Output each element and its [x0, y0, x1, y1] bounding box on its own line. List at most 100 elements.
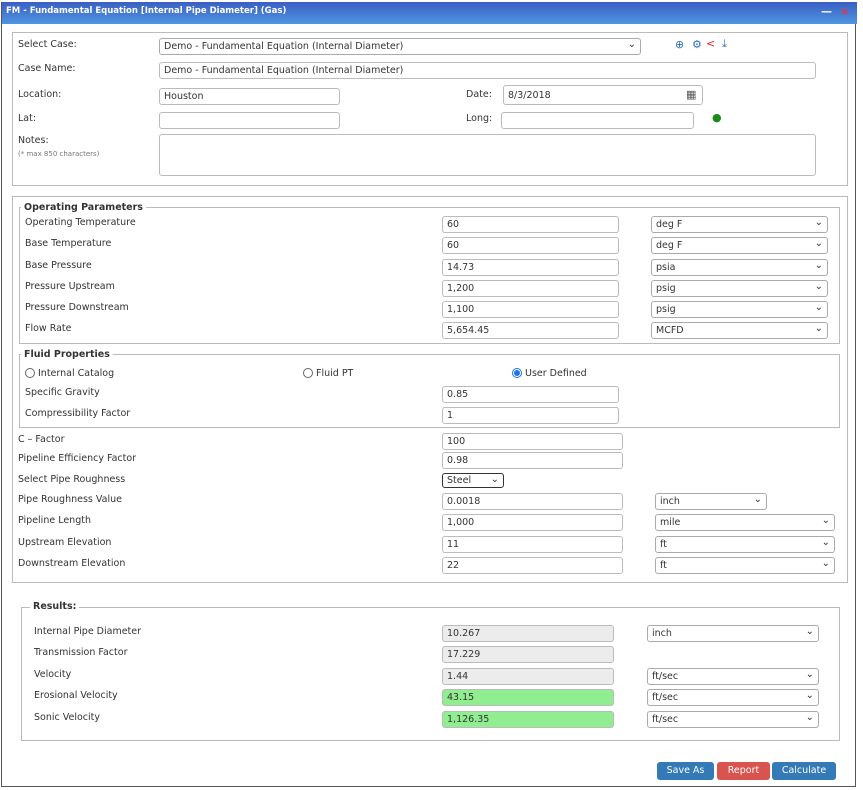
fluid-source-radio[interactable]	[303, 368, 313, 378]
c-factor-input[interactable]: 100	[442, 433, 623, 450]
select-case-dropdown[interactable]: Demo - Fundamental Equation (Internal Di…	[159, 38, 641, 55]
fluid-property-label: Specific Gravity	[25, 387, 100, 398]
result-value: 1,126.35	[442, 711, 614, 728]
parameter-unit-dropdown[interactable]: deg F ⌄	[651, 237, 828, 254]
efficiency-input[interactable]: 0.98	[442, 452, 623, 469]
c-factor-label: C – Factor	[18, 434, 65, 445]
case-name-label: Case Name:	[18, 63, 76, 74]
parameter-input[interactable]: 1,100	[442, 301, 619, 318]
add-icon[interactable]: ⊕	[675, 38, 684, 51]
date-input[interactable]: 8/3/2018	[503, 85, 703, 105]
parameter-unit-dropdown-value: psia	[656, 262, 676, 273]
result-unit-dropdown-value: ft/sec	[652, 692, 679, 703]
fluid-property-input[interactable]: 0.85	[442, 386, 619, 403]
result-unit-dropdown[interactable]: ft/sec ⌄	[647, 689, 819, 706]
result-value: 10.267	[442, 625, 614, 642]
parameter-label: Pressure Downstream	[25, 302, 129, 313]
location-input[interactable]: Houston	[159, 88, 340, 105]
parameter-input[interactable]: 5,654.45	[442, 322, 619, 339]
chevron-down-icon: ⌄	[490, 474, 499, 485]
notes-textarea[interactable]	[159, 134, 816, 176]
length-unit-dropdown[interactable]: mile ⌄	[655, 514, 835, 531]
fluid-source-radio[interactable]	[512, 368, 522, 378]
upstream-elevation-input[interactable]: 11	[442, 536, 623, 553]
window-title: FM - Fundamental Equation [Internal Pipe…	[6, 6, 287, 16]
map-pin-icon[interactable]: ●	[712, 111, 722, 124]
minimize-button[interactable]: —	[821, 5, 832, 18]
downstream-elevation-unit-dropdown[interactable]: ft ⌄	[655, 557, 835, 574]
operating-parameters-legend: Operating Parameters	[21, 202, 146, 213]
parameter-unit-dropdown[interactable]: psia ⌄	[651, 259, 828, 276]
calendar-icon[interactable]: ▦	[686, 88, 696, 101]
long-input[interactable]	[501, 112, 694, 129]
save-as-button[interactable]: Save As	[657, 762, 714, 780]
location-label: Location:	[18, 89, 62, 100]
chevron-down-icon: ⌄	[821, 558, 830, 569]
fluid-source-label: User Defined	[525, 368, 587, 379]
long-label: Long:	[466, 113, 493, 124]
result-label: Erosional Velocity	[34, 690, 118, 701]
result-unit-dropdown-value: ft/sec	[652, 671, 679, 682]
parameter-label: Base Temperature	[25, 238, 112, 249]
result-unit-dropdown-value: inch	[652, 628, 672, 639]
result-label: Sonic Velocity	[34, 712, 101, 723]
parameter-unit-dropdown[interactable]: deg F ⌄	[651, 216, 828, 233]
parameter-unit-dropdown[interactable]: MCFD ⌄	[651, 322, 828, 339]
download-icon[interactable]: ⤓	[722, 37, 727, 51]
upstream-elevation-label: Upstream Elevation	[18, 537, 112, 548]
fluid-properties-fieldset	[19, 354, 840, 428]
share-icon[interactable]: <	[706, 37, 715, 50]
close-button[interactable]: ×	[840, 5, 849, 18]
lat-label: Lat:	[18, 113, 37, 124]
chevron-down-icon: ⌄	[814, 281, 823, 292]
result-label: Transmission Factor	[34, 647, 128, 658]
roughness-value-input[interactable]: 0.0018	[442, 493, 623, 510]
chevron-down-icon: ⌄	[814, 260, 823, 271]
parameter-input[interactable]: 60	[442, 237, 619, 254]
efficiency-label: Pipeline Efficiency Factor	[18, 453, 137, 464]
pipe-roughness-dropdown[interactable]: Steel ⌄	[442, 473, 504, 488]
parameter-unit-dropdown[interactable]: psig ⌄	[651, 301, 828, 318]
chevron-down-icon: ⌄	[821, 515, 830, 526]
parameter-unit-dropdown-value: deg F	[656, 240, 683, 251]
fluid-source-label: Internal Catalog	[38, 368, 115, 379]
parameter-label: Pressure Upstream	[25, 281, 115, 292]
calculate-button[interactable]: Calculate	[772, 762, 836, 780]
chevron-down-icon: ⌄	[627, 39, 636, 50]
chevron-down-icon: ⌄	[814, 323, 823, 334]
notes-label: Notes:	[18, 135, 49, 146]
parameter-label: Flow Rate	[25, 323, 72, 334]
lat-input[interactable]	[159, 112, 340, 129]
gear-icon[interactable]: ⚙	[692, 38, 702, 51]
parameter-input[interactable]: 60	[442, 216, 619, 233]
chevron-down-icon: ⌄	[805, 690, 814, 701]
parameter-unit-dropdown[interactable]: psig ⌄	[651, 280, 828, 297]
downstream-elevation-input[interactable]: 22	[442, 557, 623, 574]
result-value: 1.44	[442, 668, 614, 685]
roughness-value-label: Pipe Roughness Value	[18, 494, 122, 505]
fluid-source-radio[interactable]	[25, 368, 35, 378]
fluid-properties-legend: Fluid Properties	[21, 349, 113, 360]
roughness-unit-dropdown[interactable]: inch ⌄	[655, 493, 767, 510]
downstream-elevation-unit-value: ft	[660, 560, 667, 571]
fluid-property-input[interactable]: 1	[442, 407, 619, 424]
length-input[interactable]: 1,000	[442, 514, 623, 531]
report-button[interactable]: Report	[717, 762, 770, 780]
chevron-down-icon: ⌄	[814, 238, 823, 249]
chevron-down-icon: ⌄	[814, 217, 823, 228]
parameter-input[interactable]: 1,200	[442, 280, 619, 297]
parameter-input[interactable]: 14.73	[442, 259, 619, 276]
chevron-down-icon: ⌄	[821, 537, 830, 548]
length-label: Pipeline Length	[18, 515, 91, 526]
date-label: Date:	[466, 89, 492, 100]
parameter-unit-dropdown-value: psig	[656, 304, 676, 315]
result-unit-dropdown[interactable]: ft/sec ⌄	[647, 668, 819, 685]
upstream-elevation-unit-dropdown[interactable]: ft ⌄	[655, 536, 835, 553]
result-unit-dropdown[interactable]: ft/sec ⌄	[647, 711, 819, 728]
case-name-input[interactable]: Demo - Fundamental Equation (Internal Di…	[159, 62, 816, 79]
roughness-select-label: Select Pipe Roughness	[18, 474, 126, 485]
result-value: 17.229	[442, 646, 614, 663]
result-unit-dropdown-value: ft/sec	[652, 714, 679, 725]
fluid-property-label: Compressibility Factor	[25, 408, 131, 419]
result-unit-dropdown[interactable]: inch ⌄	[647, 625, 819, 642]
